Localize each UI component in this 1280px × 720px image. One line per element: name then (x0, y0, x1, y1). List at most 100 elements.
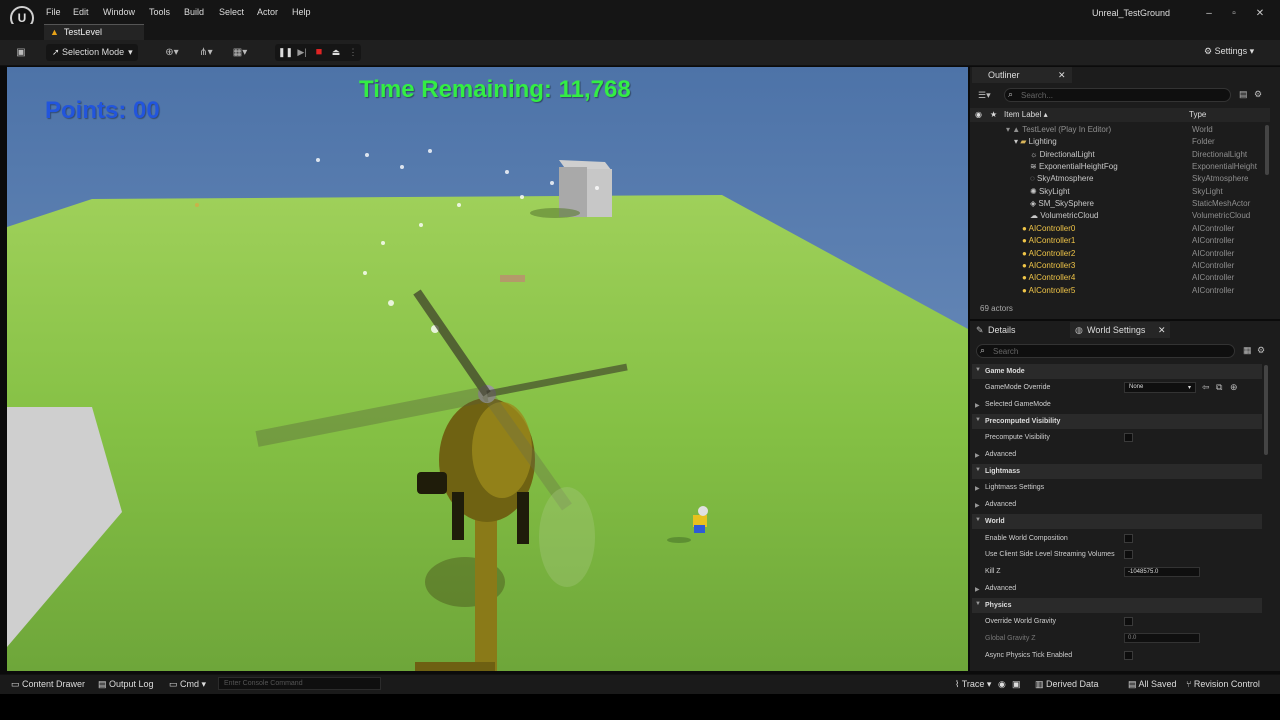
selection-mode-dropdown[interactable]: ➚ Selection Mode ▾ (46, 44, 138, 61)
expand-arrow-icon[interactable]: ▶ (975, 452, 980, 459)
outliner-row-aicontroller2[interactable]: ● AIController2 AIController (970, 248, 1265, 260)
menu-window[interactable]: Window (103, 7, 135, 17)
client-side-streaming-label: Use Client Side Level Streaming Volumes (985, 551, 1115, 558)
kill-z-input[interactable]: -1048575.0 (1124, 567, 1200, 577)
section-world[interactable]: World (972, 514, 1262, 529)
client-side-streaming-checkbox[interactable] (1124, 550, 1133, 559)
outliner-row-directional-light[interactable]: ☼ DirectionalLight DirectionalLight (970, 149, 1265, 161)
maximize-icon[interactable]: ▫ (1227, 8, 1241, 19)
outliner-row-volumetric-cloud[interactable]: ☁ VolumetricCloud VolumetricCloud (970, 210, 1265, 222)
gamemode-select[interactable]: None ▾ (1124, 382, 1196, 393)
expand-arrow-icon[interactable]: ▶ (975, 402, 980, 409)
add-folder-icon[interactable]: ▤ (1239, 89, 1248, 100)
outliner-tab[interactable]: Outliner ✕ (972, 67, 1072, 83)
outliner-search-input[interactable]: Search... (1004, 88, 1231, 102)
visibility-icon[interactable]: ◉ (975, 110, 982, 119)
settings-button[interactable]: ⚙ Settings ▾ (1204, 46, 1254, 57)
console-command-input[interactable]: Enter Console Command (218, 677, 381, 690)
close-tab-icon[interactable]: ✕ (1058, 70, 1066, 81)
cinematics-icon[interactable]: ▦▾ (228, 46, 252, 60)
menu-select[interactable]: Select (219, 7, 244, 17)
collapse-arrow-icon[interactable]: ▼ (975, 467, 981, 473)
close-tab-icon[interactable]: ✕ (1158, 325, 1166, 336)
level-tab[interactable]: ▲ TestLevel (44, 24, 144, 40)
grid-view-icon[interactable]: ▦ (1243, 345, 1252, 356)
outliner-row-sky-atmosphere[interactable]: ◌ SkyAtmosphere SkyAtmosphere (970, 173, 1265, 185)
stop-icon[interactable]: ■ (312, 46, 326, 59)
outliner-row-aicontroller3[interactable]: ● AIController3 AIController (970, 260, 1265, 272)
trace-button[interactable]: ⌇ Trace ▾ (955, 679, 991, 690)
row-type: World (1192, 125, 1213, 134)
type-header[interactable]: Type (1189, 110, 1206, 119)
revision-control-button[interactable]: ⑂ Revision Control (1186, 679, 1260, 689)
add-actor-icon[interactable]: ⊕▾ (160, 46, 184, 60)
menu-actor[interactable]: Actor (257, 7, 278, 17)
details-scrollbar[interactable] (1264, 365, 1268, 455)
outliner-settings-icon[interactable]: ⚙ (1254, 89, 1262, 100)
step-icon[interactable]: ▶| (295, 46, 309, 59)
menu-file[interactable]: File (46, 7, 61, 17)
menu-edit[interactable]: Edit (73, 7, 89, 17)
copy-icon[interactable]: ⧉ (1216, 382, 1222, 393)
cmd-dropdown[interactable]: ▭ Cmd ▾ (169, 679, 206, 690)
item-label-header[interactable]: Item Label ▴ (1004, 110, 1048, 119)
details-search-input[interactable]: Search (976, 344, 1235, 358)
collapse-arrow-icon[interactable]: ▼ (975, 601, 981, 607)
menu-help[interactable]: Help (292, 7, 311, 17)
outliner-row-lighting[interactable]: ▾ ▰ Lighting Folder (970, 136, 1265, 148)
outliner-row-sky-sphere[interactable]: ◈ SM_SkySphere StaticMeshActor (970, 198, 1265, 210)
record-icon[interactable]: ◉ (998, 679, 1006, 690)
outliner-row-aicontroller1[interactable]: ● AIController1 AIController (970, 235, 1265, 247)
close-window-icon[interactable]: ✕ (1253, 8, 1267, 19)
collapse-arrow-icon[interactable]: ▼ (975, 417, 981, 423)
browse-icon[interactable]: ⇦ (1202, 382, 1210, 393)
collapse-arrow-icon[interactable]: ▼ (975, 517, 981, 523)
world-settings-tab[interactable]: World Settings ✕ (1070, 322, 1170, 338)
details-settings-icon[interactable]: ⚙ (1257, 345, 1265, 356)
expand-arrow-icon[interactable]: ▶ (975, 485, 980, 492)
output-log-button[interactable]: ▤ Output Log (98, 679, 154, 690)
pause-icon[interactable]: ❚❚ (278, 46, 293, 59)
enable-world-composition-checkbox[interactable] (1124, 534, 1133, 543)
game-viewport[interactable]: Points: 00 Time Remaining: 11,768 (7, 67, 968, 671)
global-gravity-z-input[interactable]: 0.0 (1124, 633, 1200, 643)
async-physics-checkbox[interactable] (1124, 651, 1133, 660)
all-saved-button[interactable]: ▤ All Saved (1128, 679, 1177, 690)
section-precomputed-visibility[interactable]: Precomputed Visibility (972, 414, 1262, 429)
outliner-row-world[interactable]: ▾ ▲ TestLevel (Play In Editor) World (970, 124, 1265, 136)
section-lightmass[interactable]: Lightmass (972, 464, 1262, 479)
branch-icon: ⑂ (1186, 679, 1194, 689)
camera-icon[interactable]: ▣ (1012, 679, 1021, 690)
details-tab[interactable]: Details (972, 322, 1064, 338)
section-game-mode[interactable]: Game Mode (972, 364, 1262, 379)
outliner-row-sky-light[interactable]: ✺ SkyLight SkyLight (970, 186, 1265, 198)
section-physics[interactable]: Physics (972, 598, 1262, 613)
override-world-gravity-checkbox[interactable] (1124, 617, 1133, 626)
output-log-label: Output Log (109, 679, 154, 689)
minimize-icon[interactable]: – (1202, 8, 1216, 19)
save-icon[interactable]: ▣ (13, 46, 29, 60)
precompute-visibility-checkbox[interactable] (1124, 433, 1133, 442)
blueprint-icon[interactable]: ⋔▾ (194, 46, 218, 60)
expand-arrow-icon[interactable]: ▶ (975, 586, 980, 593)
outliner-row-height-fog[interactable]: ≋ ExponentialHeightFog ExponentialHeight (970, 161, 1265, 173)
content-drawer-button[interactable]: ▭ Content Drawer (11, 679, 85, 690)
row-type: AIController (1192, 236, 1235, 245)
derived-data-button[interactable]: ▥ Derived Data (1035, 679, 1099, 690)
star-icon[interactable]: ★ (990, 110, 997, 119)
collapse-arrow-icon[interactable]: ▼ (975, 367, 981, 373)
outliner-row-aicontroller4[interactable]: ● AIController4 AIController (970, 272, 1265, 284)
expand-arrow-icon[interactable]: ▶ (975, 502, 980, 509)
eject-icon[interactable]: ⏏ (329, 46, 343, 59)
menu-tools[interactable]: Tools (149, 7, 170, 17)
outliner-row-aicontroller0[interactable]: ● AIController0 AIController (970, 223, 1265, 235)
row-type: AIController (1192, 286, 1235, 295)
outliner-scrollbar[interactable] (1265, 125, 1269, 175)
more-options-icon[interactable]: ⋮ (346, 46, 360, 59)
add-icon[interactable]: ⊕ (1230, 382, 1238, 393)
filter-icon[interactable]: ☰▾ (978, 90, 991, 101)
menu-build[interactable]: Build (184, 7, 204, 17)
project-name: Unreal_TestGround (1092, 8, 1171, 18)
outliner-row-aicontroller5[interactable]: ● AIController5 AIController (970, 285, 1265, 297)
skylight-icon: ✺ (1030, 187, 1039, 196)
